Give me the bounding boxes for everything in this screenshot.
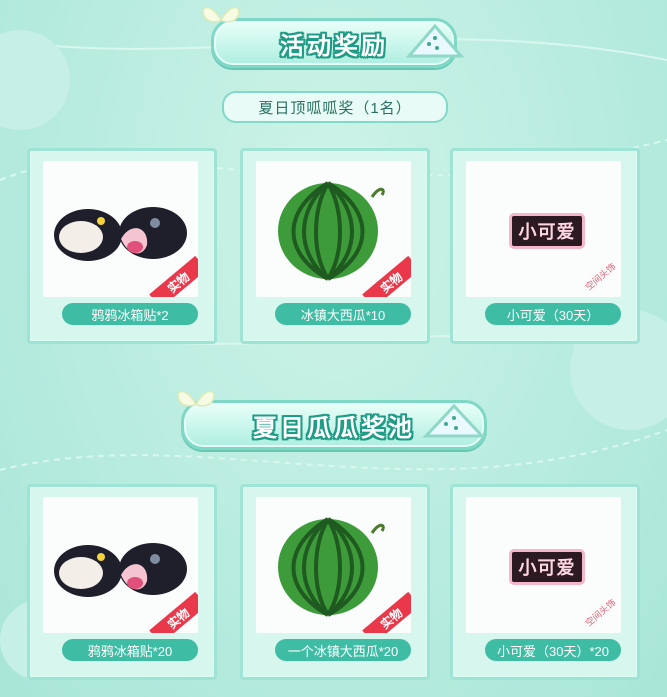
butterfly-icon (202, 6, 240, 23)
reward-caption: 冰镇大西瓜*10 (275, 303, 411, 325)
butterfly-icon (177, 390, 215, 407)
reward-card-avatar-frame-2[interactable]: 小可爱 空间头饰 小可爱（30天）*20 (450, 484, 640, 680)
card-image: 小可爱 空间头饰 (466, 497, 621, 633)
nameplate-badge: 小可爱 (509, 213, 585, 249)
avatar-tag: 空间头饰 (583, 596, 618, 628)
section1-title: 活动奖励 (280, 32, 388, 60)
card-image: 实物 (256, 497, 411, 633)
reward-caption: 小可爱（30天）*20 (485, 639, 621, 661)
reward-caption: 鸦鸦冰箱贴*2 (62, 303, 198, 325)
nameplate-badge: 小可爱 (509, 549, 585, 585)
card-image: 实物 (43, 497, 198, 633)
reward-card-sticker-1[interactable]: 实物 鸦鸦冰箱贴*2 (27, 148, 217, 344)
reward-card-watermelon-2[interactable]: 实物 一个冰镇大西瓜*20 (240, 484, 430, 680)
avatar-tag: 空间头饰 (583, 260, 618, 292)
reward-caption: 鸦鸦冰箱贴*20 (62, 639, 198, 661)
card-image: 实物 (43, 161, 198, 297)
reward-card-avatar-frame-1[interactable]: 小可爱 空间头饰 小可爱（30天） (450, 148, 640, 344)
reward-card-watermelon-1[interactable]: 实物 冰镇大西瓜*10 (240, 148, 430, 344)
watermelon-slice-icon (405, 23, 465, 58)
reward-caption: 小可爱（30天） (485, 303, 621, 325)
reward-card-sticker-2[interactable]: 实物 鸦鸦冰箱贴*20 (27, 484, 217, 680)
section2-title: 夏日瓜瓜奖池 (253, 414, 415, 442)
prize-subtitle: 夏日顶呱呱奖（1名） (222, 91, 448, 123)
reward-caption: 一个冰镇大西瓜*20 (275, 639, 411, 661)
card-image: 小可爱 空间头饰 (466, 161, 621, 297)
watermelon-slice-icon (422, 403, 486, 438)
card-image: 实物 (256, 161, 411, 297)
